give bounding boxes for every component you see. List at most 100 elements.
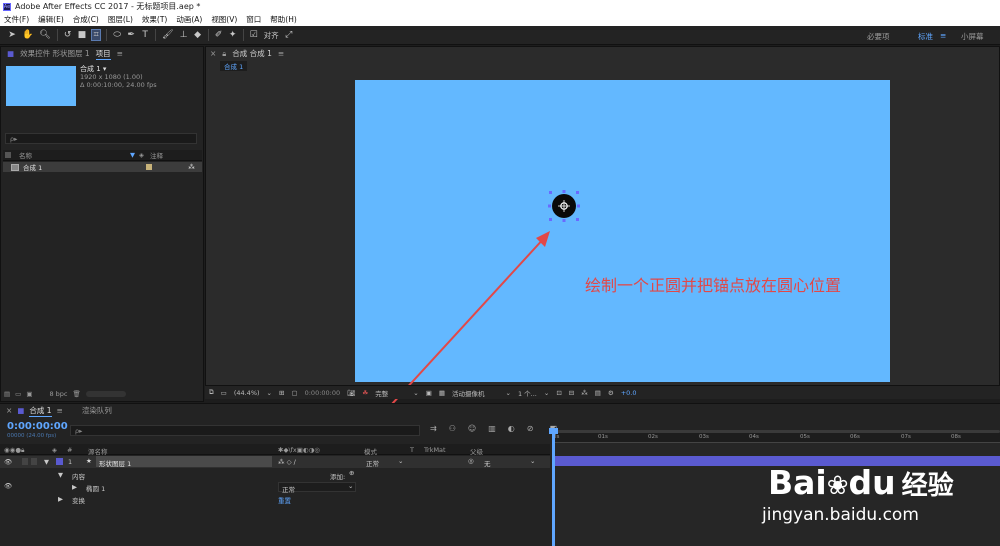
bpc-label[interactable]: 8 bpc (49, 390, 67, 398)
always-preview-icon[interactable]: ⧉ (209, 388, 214, 397)
grid-icon[interactable]: ⊞ (279, 389, 284, 397)
timeline-link-icon[interactable]: ⊟ (569, 389, 574, 397)
tab-render-queue[interactable]: 渲染队列 (82, 405, 112, 416)
column-trkmat[interactable]: TrkMat (424, 446, 446, 454)
layer-parent-dropdown[interactable]: 无 (484, 458, 491, 468)
comp-breadcrumb[interactable]: 合成 1 (220, 61, 248, 71)
zoom-dropdown[interactable]: (44.4%) (234, 389, 260, 397)
selection-tool-icon[interactable]: ➤ (8, 30, 16, 40)
new-folder-icon[interactable]: ▭ (15, 390, 21, 398)
monitor-icon[interactable]: ▭ (221, 389, 227, 397)
timeline-timecode[interactable]: 0:00:00:00 (7, 421, 68, 432)
menu-file[interactable]: 文件(F) (4, 14, 29, 25)
solo-switch[interactable] (22, 458, 28, 465)
current-time-indicator[interactable] (552, 428, 555, 546)
workspace-menu-icon[interactable]: ≡ (940, 31, 946, 40)
layer-label-color[interactable] (56, 458, 63, 465)
pen-tool-icon[interactable]: ✒ (127, 30, 135, 40)
playhead-handle[interactable] (549, 428, 558, 434)
workspace-standard[interactable]: 标准 (918, 31, 933, 42)
exposure-value[interactable]: +0.0 (621, 389, 637, 397)
column-source-name[interactable]: 源名称 (88, 446, 108, 456)
interpret-footage-icon[interactable]: ▤ (4, 390, 10, 398)
time-ruler[interactable]: 0s 01s 02s 03s 04s 05s 06s 07s 08s (553, 430, 1000, 442)
mask-icon[interactable]: ▢ (291, 389, 297, 397)
views-dropdown[interactable]: 1 个... (518, 388, 537, 398)
graph-editor-icon[interactable]: ⊘ (527, 424, 534, 433)
tab-project[interactable]: 项目 (95, 48, 111, 60)
menu-effect[interactable]: 效果(T) (142, 14, 167, 25)
layer-switch-icons[interactable]: ⁂ ◇ / (278, 458, 296, 466)
reset-link[interactable]: 重置 (278, 495, 291, 505)
fast-preview-icon[interactable]: ⊡ (556, 389, 561, 397)
expand-triangle-icon[interactable]: ▼ (58, 471, 63, 479)
ellipse-row[interactable]: 👁︎ ▶ 椭圆 1 正常 ⌄ (0, 481, 550, 494)
timeline-search-input[interactable]: ρ▸ (70, 425, 420, 436)
camera-dropdown[interactable]: 活动摄像机 (452, 388, 485, 398)
camera-tool-icon[interactable]: ■ (78, 30, 87, 40)
menu-animation[interactable]: 动画(A) (176, 14, 202, 25)
flowchart-icon[interactable]: ⁂ (581, 389, 588, 397)
expand-triangle-icon[interactable]: ▶ (72, 483, 77, 491)
menu-window[interactable]: 窗口 (246, 14, 261, 25)
timeline-tab-menu-icon[interactable]: ≡ (57, 406, 63, 415)
color-channel-icon[interactable]: ☘ (362, 389, 368, 397)
workspace-essential[interactable]: 必要项 (867, 31, 890, 42)
close-tab-icon[interactable]: × (6, 406, 12, 415)
snap-options-icon[interactable]: ⤢ (285, 30, 293, 40)
ellipse-tool-icon[interactable]: ⬭ (113, 30, 121, 40)
pan-behind-tool-icon[interactable]: ⌗ (91, 29, 102, 41)
region-of-interest-icon[interactable]: ▣ (426, 389, 432, 397)
expand-triangle-icon[interactable]: ▼ (44, 458, 49, 466)
tab-effect-controls[interactable]: 效果控件 形状图层 1 (20, 48, 90, 59)
brush-tool-icon[interactable]: 🖌︎ (162, 30, 173, 40)
draft-3d-icon[interactable]: ⚇ (449, 424, 456, 433)
project-scrollbar[interactable] (85, 391, 126, 397)
column-mode[interactable]: 模式 (364, 446, 377, 456)
close-tab-icon[interactable]: × (210, 49, 216, 58)
puppet-tool-icon[interactable]: ✦ (229, 30, 237, 40)
menu-layer[interactable]: 图层(L) (108, 14, 133, 25)
layout-icon[interactable]: ▤ (595, 389, 601, 397)
clone-stamp-tool-icon[interactable]: ⊥ (180, 30, 188, 40)
add-button-icon[interactable]: ⊕ (349, 469, 354, 477)
column-note[interactable]: 注释 (150, 150, 163, 160)
hand-tool-icon[interactable]: ✋ (22, 30, 33, 40)
type-tool-icon[interactable]: T (141, 30, 149, 40)
work-area-bar[interactable] (555, 430, 1000, 433)
ellipse-mode-dropdown[interactable]: 正常 (278, 482, 356, 494)
lock-switch[interactable] (31, 458, 37, 465)
current-time-display[interactable]: 0:00:00:00 (305, 389, 341, 397)
roto-brush-tool-icon[interactable]: ✐ (215, 30, 223, 40)
transform-row[interactable]: ▶ 变换 重置 (0, 493, 550, 505)
pick-whip-icon[interactable]: ◎ (468, 457, 474, 465)
exposure-gear-icon[interactable]: ⚙ (608, 389, 614, 397)
expand-triangle-icon[interactable]: ▶ (58, 495, 63, 503)
project-panel-menu-icon[interactable]: ≡ (117, 49, 123, 58)
rotate-tool-icon[interactable]: ↺ (64, 30, 72, 40)
column-parent[interactable]: 父级 (470, 446, 483, 456)
shy-layers-icon[interactable]: ☺ (468, 424, 476, 433)
menu-help[interactable]: 帮助(H) (270, 14, 297, 25)
eraser-tool-icon[interactable]: ◆ (194, 30, 202, 40)
resolution-dropdown[interactable]: 完整 (375, 388, 388, 398)
flowchart-icon[interactable]: ⁂ (188, 163, 195, 171)
layer-mode-dropdown[interactable]: 正常 (366, 458, 379, 468)
column-name[interactable]: 名称 (19, 150, 32, 160)
contents-row[interactable]: ▼ 内容 添加: ⊕ (0, 469, 550, 481)
menu-edit[interactable]: 编辑(E) (38, 14, 64, 25)
circle-shape[interactable] (546, 188, 582, 224)
trash-icon[interactable]: 🗑︎ (73, 390, 81, 398)
motion-blur-icon[interactable]: ◐ (508, 424, 515, 433)
comp-tab[interactable]: 合成 合成 1 (232, 48, 272, 59)
comp-panel-menu-icon[interactable]: ≡ (278, 49, 284, 58)
zoom-tool-icon[interactable]: 🔍︎ (39, 30, 50, 40)
transparency-grid-icon[interactable]: ▦ (439, 389, 445, 397)
frame-blending-icon[interactable]: ▥ (488, 424, 496, 433)
project-item-row[interactable]: 合成 1 ⁂ (3, 162, 202, 172)
project-search-input[interactable]: ρ▸ (5, 133, 197, 144)
tab-timeline-comp[interactable]: 合成 1 (29, 405, 52, 417)
visibility-eye-icon[interactable]: 👁︎ (4, 482, 12, 490)
workspace-small-screen[interactable]: 小屏幕 (961, 31, 984, 42)
lock-icon[interactable]: 🔒︎ (222, 49, 226, 59)
